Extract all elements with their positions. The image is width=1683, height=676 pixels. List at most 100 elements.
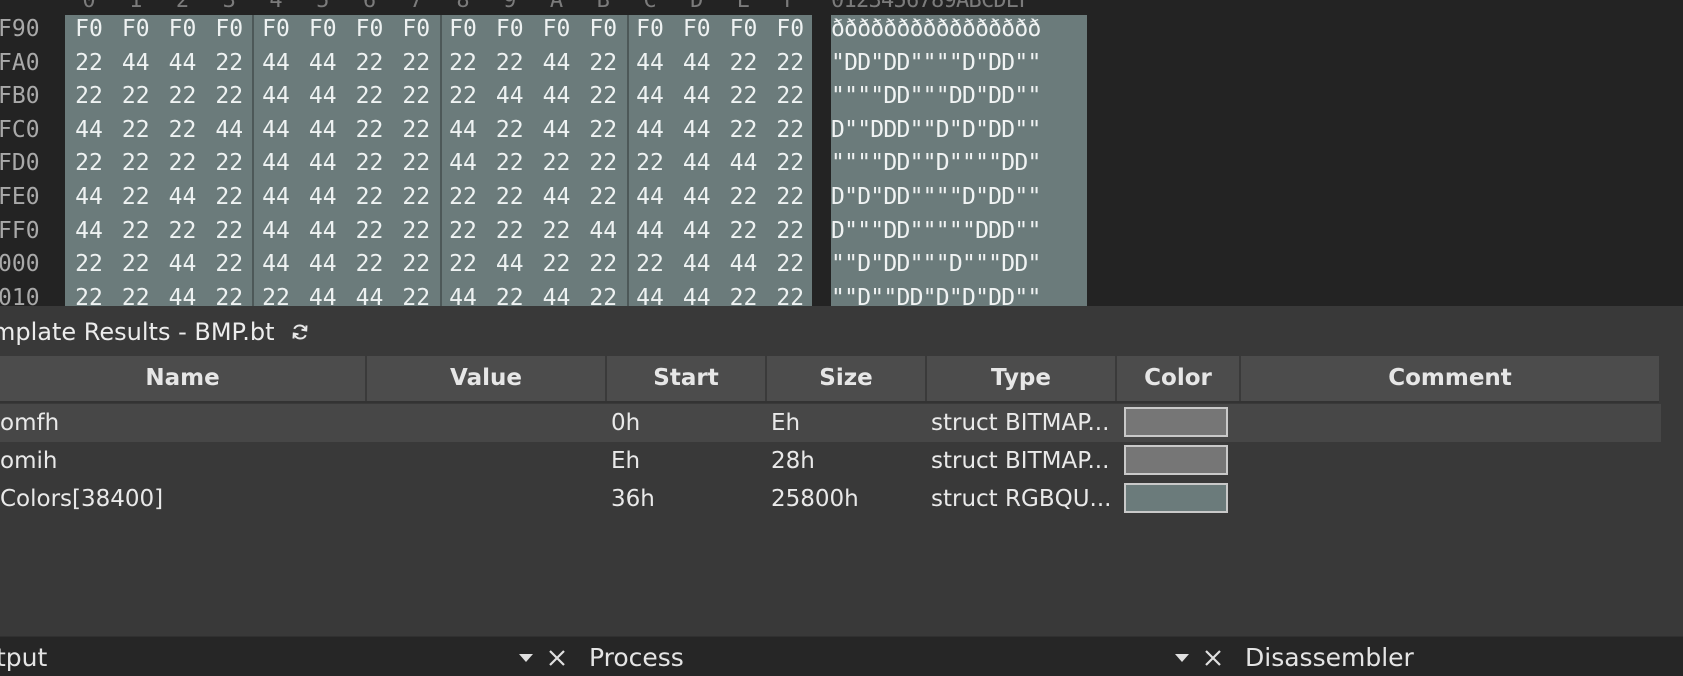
- hex-byte[interactable]: 44: [163, 251, 203, 277]
- hex-byte[interactable]: 22: [770, 50, 810, 76]
- ascii-row-text[interactable]: "DD"DD""""D"DD"": [831, 50, 1087, 76]
- hex-byte[interactable]: 22: [630, 251, 670, 277]
- hex-byte[interactable]: 22: [443, 251, 483, 277]
- hex-byte[interactable]: 22: [116, 218, 156, 244]
- hex-byte[interactable]: F0: [69, 16, 109, 42]
- hex-byte[interactable]: 44: [256, 184, 296, 210]
- hex-byte[interactable]: 44: [443, 150, 483, 176]
- hex-byte[interactable]: 44: [69, 184, 109, 210]
- hex-byte[interactable]: F0: [490, 16, 530, 42]
- hex-byte[interactable]: 44: [537, 83, 577, 109]
- hex-byte[interactable]: 22: [396, 218, 436, 244]
- hex-byte[interactable]: F0: [256, 16, 296, 42]
- hex-byte[interactable]: F0: [209, 16, 249, 42]
- hex-byte[interactable]: 22: [583, 251, 623, 277]
- ascii-row-text[interactable]: D"D"DD""""D"DD"": [831, 184, 1087, 210]
- ascii-row-text[interactable]: ðððððððððððððððð: [831, 16, 1087, 42]
- hex-byte[interactable]: 44: [350, 285, 390, 306]
- hex-editor[interactable]: 0 1 2 3 4 5 6 7 8 9 A B C D E F 0123456789ABCDEF F90 F0 F0 F…: [0, 0, 1683, 306]
- hex-byte[interactable]: 22: [770, 251, 810, 277]
- close-icon[interactable]: [546, 647, 568, 669]
- chevron-down-icon[interactable]: [516, 647, 536, 669]
- hex-byte[interactable]: 22: [116, 117, 156, 143]
- hex-byte[interactable]: F0: [443, 16, 483, 42]
- hex-byte[interactable]: 22: [350, 150, 390, 176]
- hex-byte[interactable]: F0: [396, 16, 436, 42]
- hex-byte[interactable]: 22: [350, 218, 390, 244]
- hex-byte[interactable]: 22: [583, 117, 623, 143]
- hex-byte[interactable]: 22: [770, 184, 810, 210]
- hex-byte[interactable]: 44: [630, 218, 670, 244]
- hex-byte[interactable]: 22: [350, 251, 390, 277]
- table-row[interactable]: omfh 0h Eh struct BITMAP...: [0, 404, 1661, 442]
- hex-byte[interactable]: 44: [677, 50, 717, 76]
- hex-byte[interactable]: 22: [443, 50, 483, 76]
- hex-byte[interactable]: 44: [630, 184, 670, 210]
- hex-byte[interactable]: 22: [537, 218, 577, 244]
- hex-byte[interactable]: 22: [583, 83, 623, 109]
- hex-byte[interactable]: 44: [209, 117, 249, 143]
- hex-byte[interactable]: 44: [490, 251, 530, 277]
- hex-byte[interactable]: 44: [303, 117, 343, 143]
- hex-byte[interactable]: 22: [163, 83, 203, 109]
- hex-byte[interactable]: F0: [350, 16, 390, 42]
- hex-byte[interactable]: 22: [770, 150, 810, 176]
- hex-byte[interactable]: 44: [677, 251, 717, 277]
- hex-byte[interactable]: 22: [443, 184, 483, 210]
- hex-byte[interactable]: 22: [396, 83, 436, 109]
- hex-byte[interactable]: 44: [724, 150, 764, 176]
- hex-byte[interactable]: 44: [69, 117, 109, 143]
- hex-byte[interactable]: F0: [116, 16, 156, 42]
- close-icon[interactable]: [1202, 647, 1224, 669]
- hex-byte[interactable]: 44: [303, 285, 343, 306]
- hex-byte[interactable]: 22: [396, 150, 436, 176]
- hex-byte[interactable]: 44: [163, 285, 203, 306]
- process-panel-title[interactable]: Process: [589, 643, 684, 672]
- hex-byte[interactable]: 44: [256, 50, 296, 76]
- hex-byte[interactable]: 22: [770, 117, 810, 143]
- hex-byte[interactable]: 22: [69, 285, 109, 306]
- hex-byte[interactable]: 22: [583, 285, 623, 306]
- hex-byte[interactable]: F0: [677, 16, 717, 42]
- hex-byte[interactable]: 44: [303, 218, 343, 244]
- column-header-start[interactable]: Start: [607, 356, 767, 401]
- ascii-row-text[interactable]: D""DDD""D"D"DD"": [831, 117, 1087, 143]
- hex-byte[interactable]: F0: [724, 16, 764, 42]
- hex-byte[interactable]: F0: [303, 16, 343, 42]
- hex-byte[interactable]: 44: [537, 50, 577, 76]
- hex-byte[interactable]: 44: [677, 83, 717, 109]
- hex-byte[interactable]: 44: [630, 285, 670, 306]
- hex-byte[interactable]: 44: [537, 117, 577, 143]
- table-row[interactable]: omih Eh 28h struct BITMAP...: [0, 442, 1661, 480]
- hex-byte[interactable]: 44: [677, 285, 717, 306]
- hex-byte[interactable]: 44: [630, 83, 670, 109]
- hex-byte[interactable]: 22: [724, 117, 764, 143]
- hex-byte[interactable]: 22: [490, 285, 530, 306]
- hex-byte[interactable]: 22: [396, 285, 436, 306]
- hex-byte[interactable]: 22: [396, 117, 436, 143]
- ascii-row-text[interactable]: ""D"DD"""D"""DD": [831, 251, 1087, 277]
- hex-byte[interactable]: 44: [303, 50, 343, 76]
- hex-byte[interactable]: 44: [537, 285, 577, 306]
- hex-byte[interactable]: 22: [490, 150, 530, 176]
- hex-byte[interactable]: 22: [537, 150, 577, 176]
- hex-byte[interactable]: F0: [630, 16, 670, 42]
- hex-byte[interactable]: 44: [490, 83, 530, 109]
- hex-byte[interactable]: 44: [256, 83, 296, 109]
- hex-byte[interactable]: 44: [69, 218, 109, 244]
- hex-byte[interactable]: 22: [724, 184, 764, 210]
- hex-byte[interactable]: 22: [724, 285, 764, 306]
- ascii-row-text[interactable]: ""D""DD"D"D"DD"": [831, 285, 1087, 306]
- hex-byte[interactable]: 22: [396, 50, 436, 76]
- hex-byte[interactable]: 22: [116, 150, 156, 176]
- hex-byte[interactable]: 44: [443, 117, 483, 143]
- column-header-type[interactable]: Type: [927, 356, 1117, 401]
- hex-byte[interactable]: 44: [537, 184, 577, 210]
- hex-byte[interactable]: 22: [209, 50, 249, 76]
- hex-byte[interactable]: 22: [724, 83, 764, 109]
- hex-byte[interactable]: 22: [350, 184, 390, 210]
- hex-byte[interactable]: 22: [350, 83, 390, 109]
- chevron-down-icon[interactable]: [1172, 647, 1192, 669]
- hex-byte[interactable]: 22: [490, 184, 530, 210]
- hex-byte[interactable]: 44: [116, 50, 156, 76]
